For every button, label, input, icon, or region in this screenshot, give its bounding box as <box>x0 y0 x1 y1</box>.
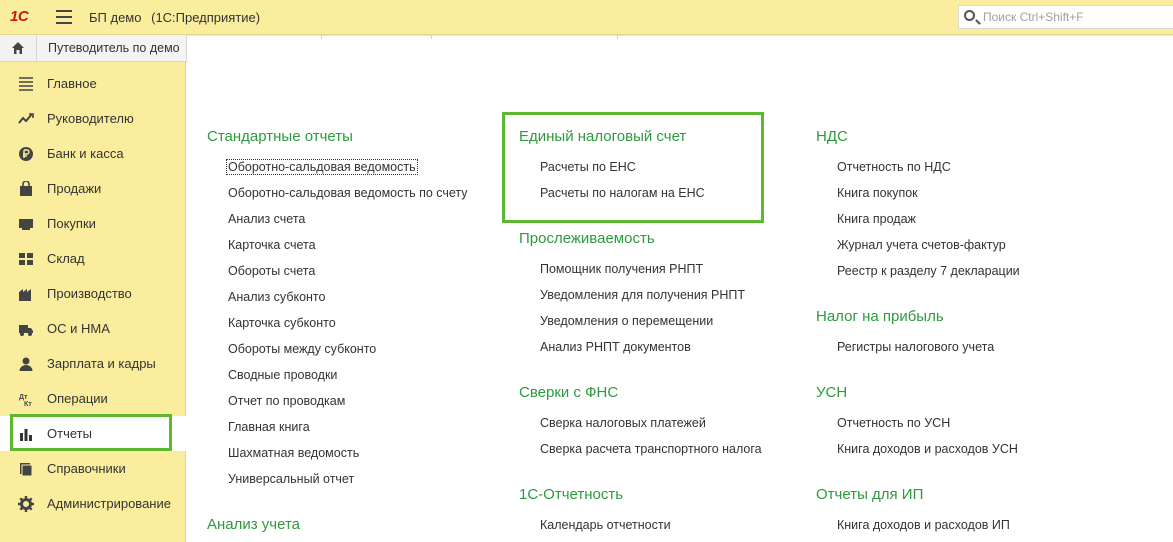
report-link[interactable]: Реестр к разделу 7 декларации <box>837 264 1020 278</box>
search-input[interactable] <box>983 9 1163 25</box>
sidebar-item-label: Администрирование <box>47 496 171 511</box>
report-link[interactable]: Анализ субконто <box>228 290 325 304</box>
report-link[interactable]: Уведомления для получения РНПТ <box>540 288 745 302</box>
search-icon[interactable] <box>964 10 975 21</box>
svg-text:Кт: Кт <box>24 401 32 407</box>
sidebar-item-label: Зарплата и кадры <box>47 356 156 371</box>
report-link[interactable]: Карточка счета <box>228 238 316 252</box>
report-link[interactable]: Книга покупок <box>837 186 918 200</box>
warehouse-icon <box>19 253 33 265</box>
sidebar-item[interactable]: Дт Кт Операции <box>0 381 186 416</box>
section-title: Анализ учета <box>207 516 301 533</box>
section-title: НДС <box>816 128 848 145</box>
tab-bar-empty <box>187 35 1173 62</box>
report-link[interactable]: Анализ РНПТ документов <box>540 340 691 354</box>
sidebar-item-label: Продажи <box>47 181 102 196</box>
truck-icon <box>19 325 33 336</box>
app-title-name: БП демо <box>89 10 142 25</box>
report-link[interactable]: Регистры налогового учета <box>837 340 994 354</box>
report-link[interactable]: Уведомления о перемещении <box>540 314 713 328</box>
sidebar-item-label: ОС и НМА <box>47 321 110 336</box>
report-link[interactable]: Помощник получения РНПТ <box>540 262 703 276</box>
report-link[interactable]: Расчеты по ЕНС <box>540 160 636 174</box>
section-title: Прослеживаемость <box>519 230 655 247</box>
sidebar-item[interactable]: Справочники <box>0 451 186 486</box>
gear-icon <box>18 496 34 512</box>
debit-credit-icon: ДтКт <box>19 394 32 407</box>
trend-icon <box>18 113 34 124</box>
report-link[interactable]: Сверка налоговых платежей <box>540 416 706 430</box>
sidebar-item[interactable]: Зарплата и кадры <box>0 346 186 381</box>
sidebar-item-label: Руководителю <box>47 111 134 126</box>
app-title: БП демо (1С:Предприятие) <box>89 10 260 25</box>
title-bar: 1С БП демо (1С:Предприятие) <box>0 0 1173 35</box>
person-icon <box>19 357 33 371</box>
home-button[interactable] <box>0 35 37 62</box>
report-link[interactable]: Универсальный отчет <box>228 472 354 486</box>
sidebar-item[interactable]: Банк и касса <box>0 136 186 171</box>
sidebar-item-label: Склад <box>47 251 85 266</box>
cart-icon <box>19 219 33 230</box>
report-link[interactable]: Оборотно-сальдовая ведомость по счету <box>228 186 468 200</box>
sidebar-item-label: Производство <box>47 286 132 301</box>
tab-guide[interactable]: Путеводитель по демо <box>37 35 187 62</box>
sidebar-item[interactable]: ОС и НМА <box>0 311 186 346</box>
report-link[interactable]: Главная книга <box>228 420 310 434</box>
report-link[interactable]: Карточка субконто <box>228 316 336 330</box>
report-link[interactable]: Сводные проводки <box>228 368 337 382</box>
report-link[interactable]: Книга доходов и расходов ИП <box>837 518 1010 532</box>
sidebar-item[interactable]: Продажи <box>0 171 186 206</box>
menu-list-icon <box>19 77 33 91</box>
report-link[interactable]: Обороты счета <box>228 264 315 278</box>
report-link[interactable]: Отчетность по УСН <box>837 416 950 430</box>
sidebar-item-label: Справочники <box>47 461 126 476</box>
report-link[interactable]: Сверка расчета транспортного налога <box>540 442 762 456</box>
sidebar-item[interactable]: Руководителю <box>0 101 186 136</box>
section-title: Отчеты для ИП <box>816 486 924 503</box>
section-title: Налог на прибыль <box>816 308 944 325</box>
sidebar-item[interactable]: Производство <box>0 276 186 311</box>
section-title: УСН <box>816 384 848 401</box>
active-section-highlight <box>10 414 172 451</box>
sidebar-item-label: Главное <box>47 76 97 91</box>
section-title: Сверки с ФНС <box>519 384 619 401</box>
factory-icon <box>19 289 31 301</box>
svg-text:Дт: Дт <box>19 394 28 401</box>
section-title: Стандартные отчеты <box>207 128 353 145</box>
home-icon <box>12 42 24 54</box>
books-icon <box>20 463 33 477</box>
sidebar-item-label: Банк и касса <box>47 146 124 161</box>
report-link[interactable]: Отчет по проводкам <box>228 394 345 408</box>
main-menu-icon[interactable] <box>56 10 72 24</box>
report-link[interactable]: Анализ счета <box>228 212 305 226</box>
sidebar-item[interactable]: Склад <box>0 241 186 276</box>
sidebar-item[interactable]: Главное <box>0 66 186 101</box>
report-link[interactable]: Расчеты по налогам на ЕНС <box>540 186 705 200</box>
section-title: 1С-Отчетность <box>519 486 624 503</box>
sidebar-item-label: Покупки <box>47 216 96 231</box>
report-link[interactable]: Книга доходов и расходов УСН <box>837 442 1018 456</box>
shopping-bag-icon <box>20 181 32 196</box>
sidebar-item-label: Операции <box>47 391 108 406</box>
app-logo[interactable]: 1С <box>10 8 29 25</box>
global-search[interactable] <box>958 5 1173 29</box>
report-link[interactable]: Календарь отчетности <box>540 518 671 532</box>
section-title: Единый налоговый счет <box>519 128 687 145</box>
report-link[interactable]: Отчетность по НДС <box>837 160 951 174</box>
report-link[interactable]: Журнал учета счетов-фактур <box>837 238 1006 252</box>
report-link[interactable]: Оборотно-сальдовая ведомость <box>226 159 418 175</box>
sidebar-item[interactable]: Покупки <box>0 206 186 241</box>
report-link[interactable]: Обороты между субконто <box>228 342 376 356</box>
app-title-subtitle: (1С:Предприятие) <box>151 10 261 25</box>
report-link[interactable]: Шахматная ведомость <box>228 446 359 460</box>
ruble-coin-icon <box>19 147 33 161</box>
report-link[interactable]: Книга продаж <box>837 212 916 226</box>
sidebar-item[interactable]: Администрирование <box>0 486 186 521</box>
tab-bar: Путеводитель по демо <box>0 35 1173 62</box>
